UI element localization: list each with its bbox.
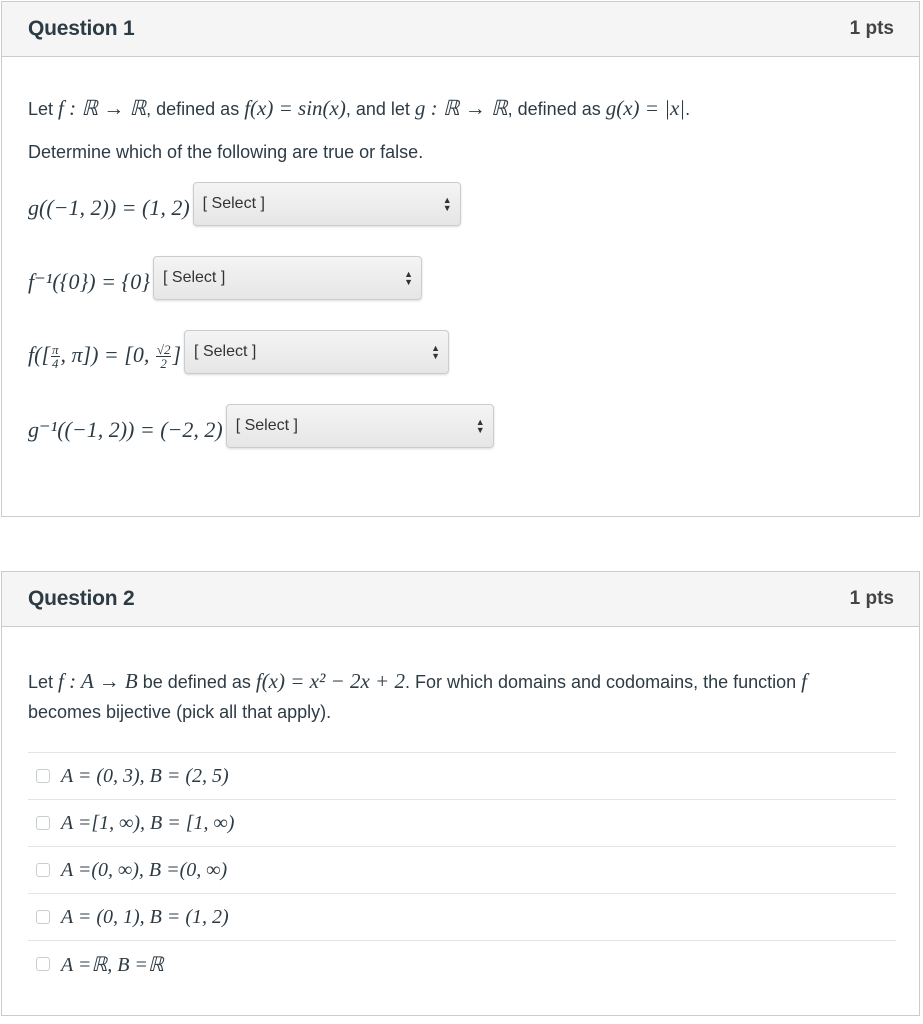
question-points: 1 pts <box>849 18 894 39</box>
statement-expr: f([π 4, π]) = [0, √2 2] <box>28 341 182 372</box>
answer-options: A = (0, 3), B = (2, 5) A =[1, ∞), B = [1… <box>28 752 896 987</box>
question-intro: Let f : A → B be defined as f(x) = x² − … <box>28 669 808 722</box>
question-header: Question 2 1 pts <box>2 572 919 627</box>
math-f-def: f(x) = sin(x) <box>244 96 346 120</box>
answer-option[interactable]: A =(0, ∞), B =(0, ∞) <box>28 846 896 893</box>
question-title: Question 2 <box>28 587 135 610</box>
select-value: [ Select ] <box>194 343 257 360</box>
select-arrows-icon: ▲ ▼ <box>404 269 414 287</box>
select-arrows-icon: ▲ ▼ <box>431 343 441 361</box>
statement-row: f([π 4, π]) = [0, √2 2] [ Select ] ▲ ▼ <box>28 330 450 378</box>
select-value: [ Select ] <box>202 195 265 212</box>
question-points: 1 pts <box>849 588 894 609</box>
statement-row: f⁻¹({0}) = {0} [ Select ] ▲ ▼ <box>28 256 423 304</box>
answer-label: A = (0, 1), B = (1, 2) <box>61 905 229 928</box>
checkbox[interactable] <box>36 910 50 924</box>
true-false-select[interactable]: [ Select ] ▲ ▼ <box>184 330 450 374</box>
answer-label: A =ℝ, B =ℝ <box>61 953 164 976</box>
checkbox[interactable] <box>36 863 50 877</box>
true-false-select[interactable]: [ Select ] ▲ ▼ <box>153 256 423 300</box>
statement-expr: g((−1, 2)) = (1, 2) <box>28 195 190 220</box>
answer-option[interactable]: A =[1, ∞), B = [1, ∞) <box>28 799 896 846</box>
select-value: [ Select ] <box>235 417 298 434</box>
select-value: [ Select ] <box>163 269 226 286</box>
checkbox[interactable] <box>36 816 50 830</box>
math-f-def: f(x) = x² − 2x + 2 <box>255 669 405 693</box>
math-f-decl: f : ℝ → ℝ <box>58 96 147 120</box>
select-arrows-icon: ▲ ▼ <box>442 195 452 213</box>
statement-expr: g⁻¹((−1, 2)) = (−2, 2) <box>28 417 223 442</box>
select-arrows-icon: ▲ ▼ <box>475 417 485 435</box>
question-1: Question 1 1 pts Let f : ℝ → ℝ, defined … <box>1 1 920 517</box>
math-g-def: g(x) = |x| <box>605 96 686 120</box>
statement-row: g⁻¹((−1, 2)) = (−2, 2) [ Select ] ▲ ▼ <box>28 404 494 452</box>
true-false-select[interactable]: [ Select ] ▲ ▼ <box>192 182 461 226</box>
checkbox[interactable] <box>36 957 50 971</box>
question-instruction: Determine which of the following are tru… <box>28 142 424 162</box>
answer-label: A =[1, ∞), B = [1, ∞) <box>61 811 235 834</box>
question-intro: Let f : ℝ → ℝ, defined as f(x) = sin(x),… <box>28 96 691 120</box>
answer-label: A = (0, 3), B = (2, 5) <box>61 764 229 787</box>
question-2: Question 2 1 pts Let f : A → B be define… <box>1 571 920 1016</box>
checkbox[interactable] <box>36 769 50 783</box>
question-title: Question 1 <box>28 17 135 40</box>
statement-expr: f⁻¹({0}) = {0} <box>28 269 151 294</box>
question-header: Question 1 1 pts <box>2 2 919 57</box>
answer-option[interactable]: A = (0, 1), B = (1, 2) <box>28 893 896 940</box>
answer-label: A =(0, ∞), B =(0, ∞) <box>61 858 228 881</box>
statement-row: g((−1, 2)) = (1, 2) [ Select ] ▲ ▼ <box>28 182 461 230</box>
answer-option[interactable]: A = (0, 3), B = (2, 5) <box>28 752 896 799</box>
fraction: π4 <box>51 342 60 372</box>
fraction: √2 2 <box>155 342 172 372</box>
math-f-symbol: f <box>801 669 808 693</box>
true-false-select[interactable]: [ Select ] ▲ ▼ <box>225 404 494 448</box>
math-g-decl: g : ℝ → ℝ <box>414 96 508 120</box>
answer-option[interactable]: A =ℝ, B =ℝ <box>28 940 896 987</box>
math-f-decl: f : A → B <box>58 669 138 693</box>
